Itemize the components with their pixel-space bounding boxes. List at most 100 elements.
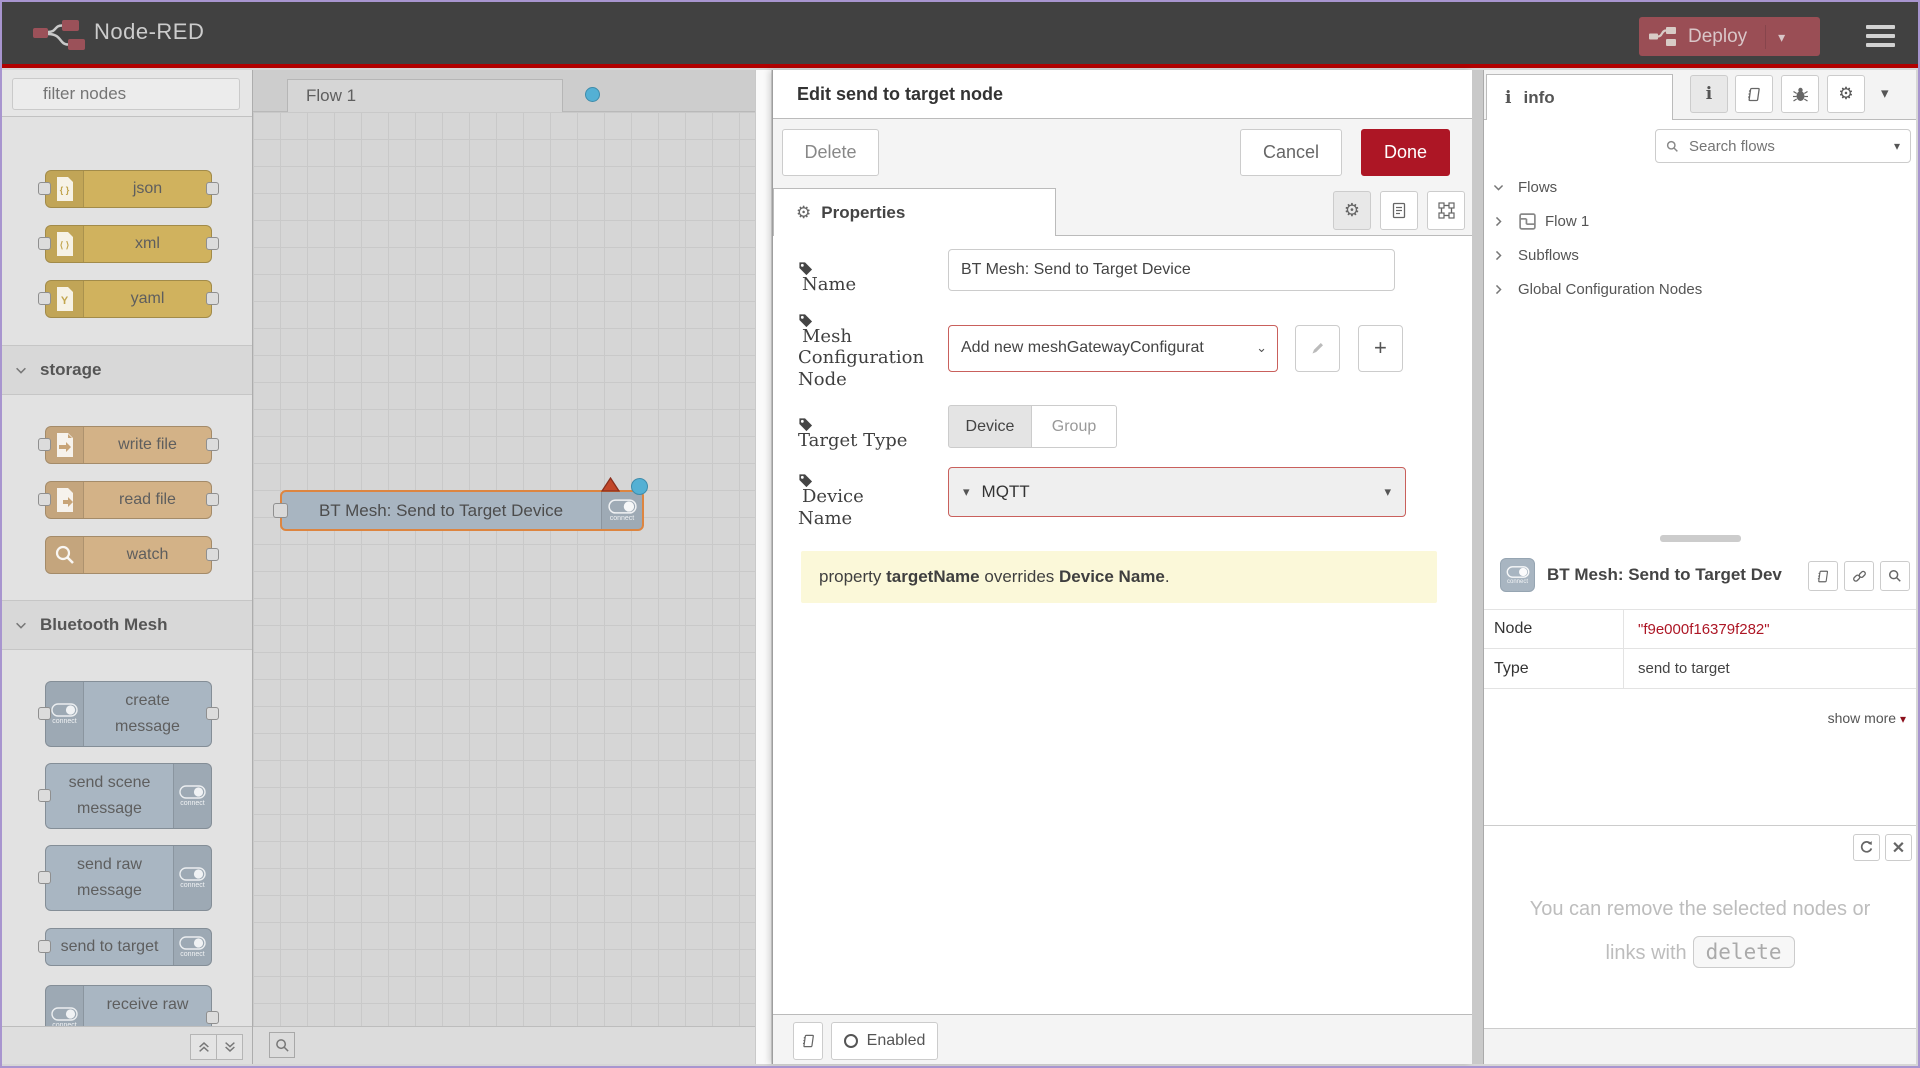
output-port[interactable]: [206, 292, 219, 305]
input-port[interactable]: [38, 789, 51, 802]
sidebar-debug-button[interactable]: [1781, 75, 1819, 113]
node-docs-button[interactable]: [1808, 561, 1838, 591]
zoom-search-button[interactable]: [269, 1032, 295, 1058]
palette-node-yaml[interactable]: Y yaml: [45, 280, 212, 318]
palette-node-send-to-target[interactable]: connect send to target: [45, 928, 212, 966]
canvas-scrollbar[interactable]: [755, 70, 771, 1064]
book-icon: [801, 1033, 816, 1049]
tab-flow-1[interactable]: Flow 1: [287, 79, 563, 112]
palette-node-write-file[interactable]: write file: [45, 426, 212, 464]
deploy-options-caret[interactable]: ▾: [1765, 25, 1785, 49]
output-port[interactable]: [206, 707, 219, 720]
category-bluetooth-mesh[interactable]: Bluetooth Mesh: [2, 600, 252, 650]
palette-scroll[interactable]: { } json ⟨ ⟩ xml Y yaml: [2, 117, 252, 1026]
input-port[interactable]: [38, 237, 51, 250]
deploy-button[interactable]: Deploy ▾: [1639, 17, 1820, 56]
output-port[interactable]: [206, 237, 219, 250]
chevron-down-icon: [14, 618, 28, 632]
palette-node-create-message[interactable]: connect create message: [45, 681, 212, 747]
caret-down-icon[interactable]: ▾: [1894, 139, 1900, 153]
deploy-icon: [1649, 26, 1676, 47]
refresh-button[interactable]: [1853, 834, 1880, 861]
output-port[interactable]: [206, 493, 219, 506]
add-config-node-button[interactable]: +: [1358, 325, 1403, 372]
input-port[interactable]: [38, 292, 51, 305]
sidebar-resize-handle[interactable]: [1472, 70, 1483, 1064]
header: Node-RED Deploy ▾: [2, 2, 1918, 68]
palette-node-xml[interactable]: ⟨ ⟩ xml: [45, 225, 212, 263]
sidebar-help-button[interactable]: [1735, 75, 1773, 113]
unsaved-changes-indicator: [585, 87, 600, 102]
connect-toggle-icon: connect: [173, 764, 211, 828]
edit-description-button[interactable]: [1380, 191, 1418, 230]
tree-item-flows[interactable]: Flows: [1484, 170, 1916, 204]
node-help-button[interactable]: [793, 1022, 823, 1060]
input-port[interactable]: [38, 493, 51, 506]
done-button[interactable]: Done: [1361, 129, 1450, 176]
target-type-group-button[interactable]: Group: [1032, 405, 1117, 448]
main-menu-button[interactable]: [1866, 25, 1895, 49]
dialog-toolbar: Delete Cancel Done: [773, 119, 1472, 188]
search-flows-box: ▾: [1655, 129, 1911, 163]
search-node-button[interactable]: [1880, 561, 1910, 591]
node-error-icon: [601, 477, 620, 492]
edit-config-node-button[interactable]: [1295, 325, 1340, 372]
edit-properties-button[interactable]: ⚙: [1333, 191, 1371, 230]
tab-info[interactable]: i info: [1486, 74, 1673, 120]
collapse-all-button[interactable]: [190, 1034, 217, 1060]
sidebar-config-button[interactable]: ⚙: [1827, 75, 1865, 113]
mesh-config-select[interactable]: Add new meshGatewayConfigurat ⌄: [948, 325, 1278, 372]
tree-item-global-config[interactable]: Global Configuration Nodes: [1484, 272, 1916, 306]
help-panel: ✕ You can remove the selected nodes or l…: [1484, 825, 1916, 1028]
input-port[interactable]: [273, 503, 288, 518]
output-port[interactable]: [206, 1011, 219, 1024]
sidebar-tabs-menu-caret[interactable]: ▾: [1881, 84, 1889, 102]
cancel-button[interactable]: Cancel: [1240, 129, 1342, 176]
book-icon: [1816, 569, 1830, 584]
palette-node-read-file[interactable]: read file: [45, 481, 212, 519]
search-icon: [1666, 140, 1679, 153]
node-type-value: send to target: [1623, 649, 1916, 688]
workspace-footer: [253, 1026, 755, 1064]
output-port[interactable]: [206, 182, 219, 195]
category-storage[interactable]: storage: [2, 345, 252, 395]
show-more-link[interactable]: show more ▾: [1828, 710, 1906, 726]
dialog-title: Edit send to target node: [773, 70, 1472, 119]
flow-canvas[interactable]: BT Mesh: Send to Target Device connect: [253, 112, 755, 1026]
device-name-dropdown[interactable]: ▾ MQTT ▾: [948, 467, 1406, 517]
selected-node-title: BT Mesh: Send to Target Dev: [1547, 565, 1802, 585]
search-flows-input[interactable]: [1687, 137, 1894, 156]
node-id-value: "f9e000f16379f282": [1623, 610, 1916, 648]
palette-node-send-raw-message[interactable]: connect send raw message: [45, 845, 212, 911]
palette-node-send-scene-message[interactable]: connect send scene message: [45, 763, 212, 829]
input-port[interactable]: [38, 871, 51, 884]
copy-link-button[interactable]: [1844, 561, 1874, 591]
input-port[interactable]: [38, 438, 51, 451]
delete-button[interactable]: Delete: [782, 129, 879, 176]
input-port[interactable]: [38, 707, 51, 720]
palette-node-watch[interactable]: watch: [45, 536, 212, 574]
expand-all-button[interactable]: [216, 1034, 243, 1060]
input-port[interactable]: [38, 182, 51, 195]
filter-nodes-input[interactable]: [12, 78, 240, 110]
tree-item-flow-1[interactable]: Flow 1: [1484, 204, 1916, 238]
name-field[interactable]: [948, 249, 1395, 291]
node-enabled-toggle[interactable]: Enabled: [831, 1022, 938, 1060]
node-red-window: Node-RED Deploy ▾: [0, 0, 1920, 1068]
tab-properties[interactable]: ⚙ Properties: [773, 188, 1056, 236]
info-panel-resize-handle[interactable]: [1660, 535, 1741, 542]
palette-node-receive-raw-message[interactable]: connect receive raw message: [45, 985, 212, 1026]
sidebar-info-button[interactable]: i: [1690, 75, 1728, 113]
input-port[interactable]: [38, 940, 51, 953]
sidebar: i info i ⚙ ▾ ▾ Flows: [1483, 70, 1916, 1064]
output-port[interactable]: [206, 438, 219, 451]
output-port[interactable]: [206, 548, 219, 561]
close-icon[interactable]: ✕: [1885, 834, 1912, 861]
dialog-footer: Enabled: [773, 1014, 1472, 1064]
appearance-icon: [1438, 202, 1455, 219]
tree-item-subflows[interactable]: Subflows: [1484, 238, 1916, 272]
node-appearance-button[interactable]: [1427, 191, 1465, 230]
palette-node-json[interactable]: { } json: [45, 170, 212, 208]
target-type-device-button[interactable]: Device: [948, 405, 1032, 448]
flow-node-send-to-target[interactable]: BT Mesh: Send to Target Device connect: [280, 490, 644, 531]
